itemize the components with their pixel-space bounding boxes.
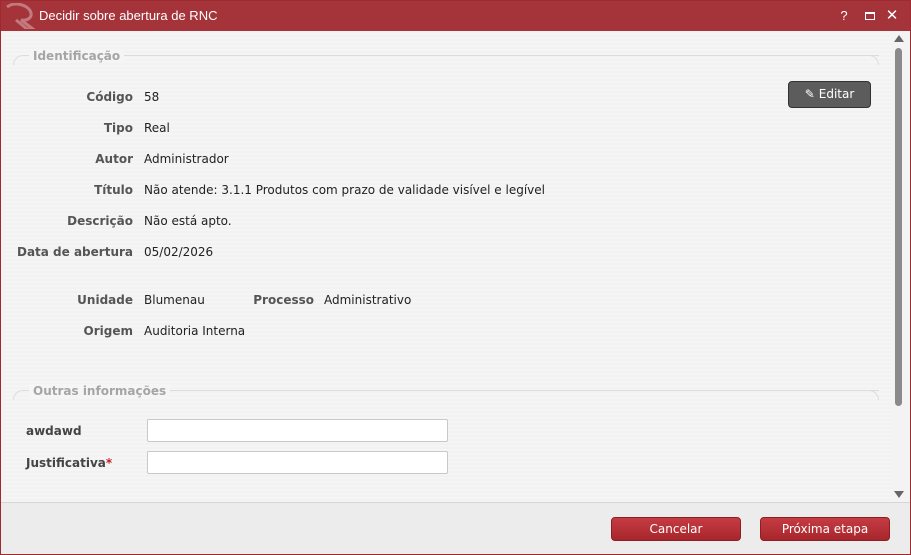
dialog-footer: Cancelar Próxima etapa (1, 502, 910, 554)
data-abertura-value: 05/02/2026 (144, 245, 214, 259)
app-logo-icon (6, 3, 35, 29)
data-abertura-label: Data de abertura (16, 245, 133, 259)
cancel-button[interactable]: Cancelar (611, 517, 741, 541)
dialog-window: Decidir sobre abertura de RNC ? ✕ Identi… (0, 0, 911, 555)
vertical-scrollbar[interactable] (891, 31, 907, 502)
close-icon[interactable]: ✕ (883, 7, 901, 25)
titulo-value: Não atende: 3.1.1 Produtos com prazo de … (144, 183, 545, 197)
tipo-value: Real (144, 121, 170, 135)
section-legend-outras: Outras informações (29, 384, 171, 398)
section-border (13, 55, 23, 65)
section-border (23, 55, 879, 56)
dialog-content: Identificação ✎ Editar Código 58 Tipo Rea… (5, 31, 891, 502)
processo-label: Processo (253, 293, 314, 307)
codigo-value: 58 (144, 90, 160, 104)
scroll-up-icon[interactable] (894, 35, 904, 42)
edit-button-label: Editar (818, 87, 855, 101)
origem-value: Auditoria Interna (144, 324, 246, 338)
section-border (869, 55, 879, 65)
autor-label: Autor (95, 152, 133, 166)
unidade-value: Blumenau (144, 293, 205, 307)
section-border (13, 390, 23, 400)
tipo-label: Tipo (103, 121, 133, 135)
titulo-label: Título (94, 183, 133, 197)
justificativa-input[interactable] (147, 451, 448, 474)
processo-value: Administrativo (324, 293, 412, 307)
section-legend-identificacao: Identificação (29, 49, 125, 63)
title-bar[interactable]: Decidir sobre abertura de RNC ? ✕ (1, 1, 910, 31)
edit-button[interactable]: ✎ Editar (788, 81, 871, 108)
unidade-label: Unidade (77, 293, 133, 307)
help-icon[interactable]: ? (835, 7, 853, 25)
section-border (869, 390, 879, 400)
autor-value: Administrador (144, 152, 229, 166)
required-mark: * (105, 456, 113, 470)
awdawd-input[interactable] (147, 419, 448, 442)
origem-label: Origem (83, 324, 133, 338)
pencil-icon: ✎ (804, 87, 815, 101)
descricao-label: Descrição (67, 214, 133, 228)
awdawd-label: awdawd (26, 424, 82, 438)
codigo-label: Código (86, 90, 133, 104)
descricao-value: Não está apto. (144, 214, 232, 228)
maximize-icon[interactable] (861, 7, 879, 25)
next-step-button[interactable]: Próxima etapa (760, 517, 890, 541)
scroll-down-icon[interactable] (894, 491, 904, 498)
dialog-title: Decidir sobre abertura de RNC (39, 8, 218, 23)
justificativa-label-text: Justificativa (26, 456, 106, 470)
justificativa-label: Justificativa* (26, 456, 112, 470)
scrollbar-thumb[interactable] (895, 48, 902, 406)
